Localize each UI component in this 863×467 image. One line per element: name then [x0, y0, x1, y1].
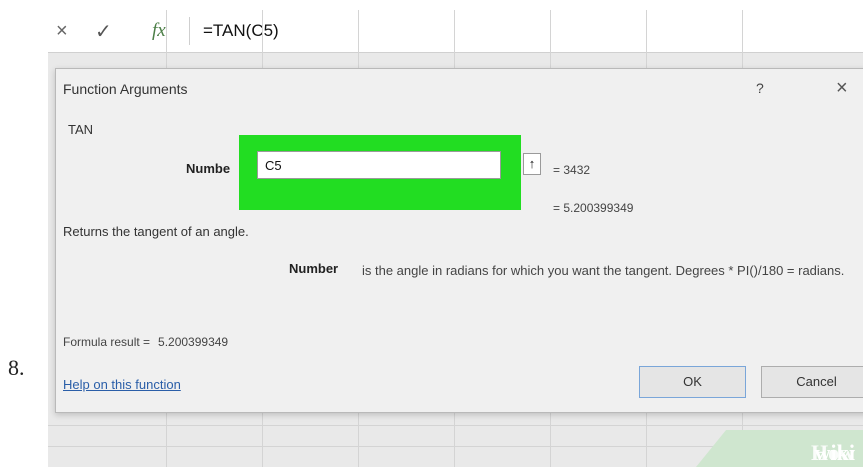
ok-button[interactable]: OK	[639, 366, 746, 398]
cancel-button[interactable]: Cancel	[761, 366, 863, 398]
help-on-function-link[interactable]: Help on this function	[63, 377, 181, 392]
argument-evaluated-value: = 3432	[553, 163, 591, 177]
formula-result: Formula result = 5.200399349	[63, 335, 228, 349]
formula-bar-divider	[189, 17, 190, 45]
watermark-text-how: How	[811, 440, 855, 465]
close-icon[interactable]: ×	[836, 77, 848, 100]
grid-line	[48, 425, 863, 426]
function-arguments-dialog: Function Arguments ? × TAN Numbe ↑ = 343…	[55, 68, 863, 413]
formula-result-label: Formula result =	[63, 335, 151, 349]
dialog-title: Function Arguments	[63, 81, 188, 97]
excel-window: × ✓ fx =TAN(C5) Function Arguments ? × T…	[48, 10, 863, 467]
checkmark-icon[interactable]: ✓	[95, 19, 112, 44]
formula-result-value: 5.200399349	[158, 335, 229, 349]
wikihow-watermark: wiki How	[696, 430, 863, 467]
function-description: Returns the tangent of an angle.	[63, 224, 249, 239]
argument-description-label: Number	[289, 261, 339, 276]
insert-function-icon[interactable]: fx	[152, 20, 166, 42]
formula-bar: × ✓ fx =TAN(C5)	[48, 10, 863, 53]
argument-label: Numbe	[186, 161, 231, 176]
cancel-icon[interactable]: ×	[56, 20, 68, 43]
collapse-dialog-icon[interactable]: ↑	[523, 153, 541, 175]
function-name: TAN	[68, 122, 94, 137]
argument-description: is the angle in radians for which you wa…	[362, 263, 845, 278]
function-evaluated-value: = 5.200399349	[553, 201, 634, 215]
help-icon[interactable]: ?	[756, 80, 764, 96]
step-number: 8.	[8, 355, 25, 380]
formula-input[interactable]: =TAN(C5)	[203, 21, 279, 41]
number-argument-input[interactable]	[257, 151, 501, 179]
